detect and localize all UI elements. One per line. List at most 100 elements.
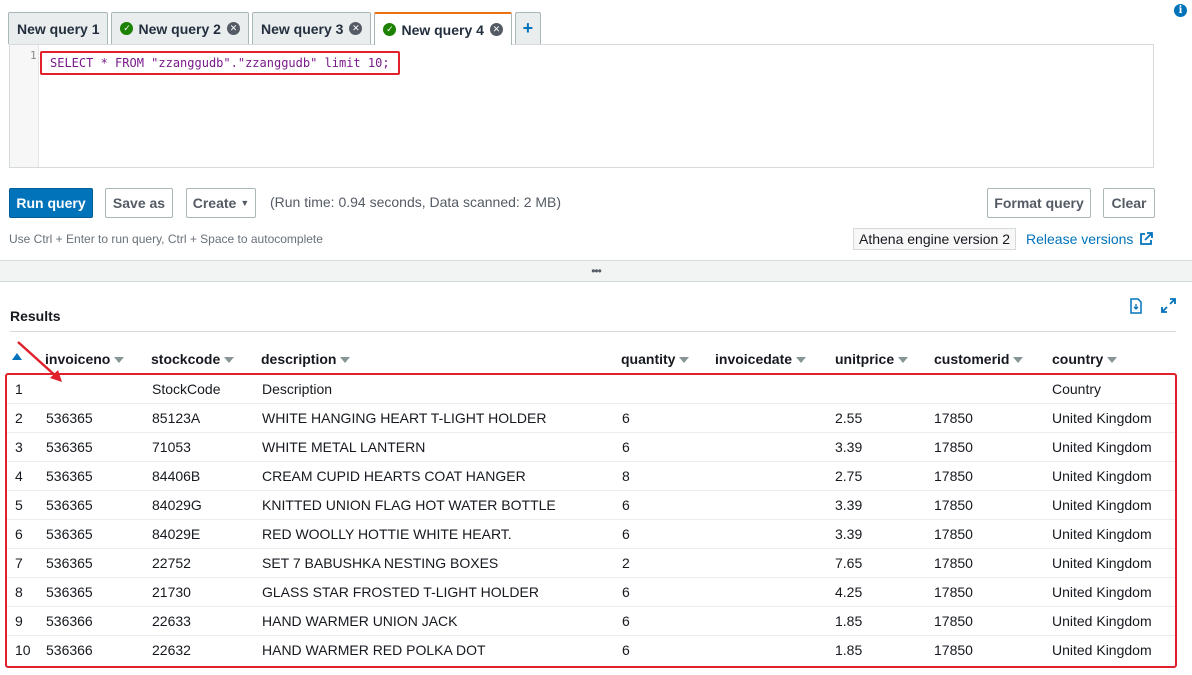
unitprice-cell: 3.39: [835, 497, 863, 513]
column-header-customerid[interactable]: customerid: [934, 351, 1024, 367]
stockcode-cell: 85123A: [152, 410, 201, 426]
table-row: 5 536365 84029G KNITTED UNION FLAG HOT WATE…: [7, 491, 1175, 520]
row-number: 9: [15, 613, 23, 629]
column-header-country[interactable]: country: [1052, 351, 1118, 367]
quantity-cell: 8: [622, 468, 630, 484]
info-icon[interactable]: i: [1174, 4, 1187, 17]
quantity-cell: 6: [622, 497, 630, 513]
sql-editor[interactable]: 1 SELECT * FROM "zzanggudb"."zzanggudb" …: [9, 44, 1154, 168]
description-cell: SET 7 BABUSHKA NESTING BOXES: [262, 555, 499, 571]
unitprice-cell: 4.25: [835, 584, 863, 600]
table-row: 8 536365 21730 GLASS STAR FROSTED T-LIGHT H…: [7, 578, 1175, 607]
plus-icon: +: [522, 18, 534, 38]
column-header-unitprice[interactable]: unitprice: [835, 351, 909, 367]
row-number: 4: [15, 468, 23, 484]
customerid-cell: 17850: [934, 642, 973, 658]
customerid-cell: 17850: [934, 468, 973, 484]
row-number: 6: [15, 526, 23, 542]
create-dropdown-button[interactable]: Create ▼: [186, 188, 256, 218]
table-row: 6 536365 84029E RED WOOLLY HOTTIE WHITE HEA…: [7, 520, 1175, 549]
tab-new-query-2[interactable]: ✓ New query 2 ✕: [111, 12, 249, 44]
sort-caret-icon: [898, 357, 909, 364]
description-cell: WHITE HANGING HEART T-LIGHT HOLDER: [262, 410, 547, 426]
annotation-arrow-icon: [17, 341, 62, 382]
country-cell: United Kingdom: [1052, 613, 1152, 629]
sql-query-text[interactable]: SELECT * FROM "zzanggudb"."zzanggudb" li…: [40, 51, 400, 75]
invoiceno-cell: 536365: [46, 526, 93, 542]
unitprice-cell: 2.75: [835, 468, 863, 484]
release-versions-label: Release versions: [1026, 231, 1134, 247]
customerid-cell: 17850: [934, 613, 973, 629]
tab-new-query-4[interactable]: ✓ New query 4 ✕: [374, 12, 512, 45]
run-query-button[interactable]: Run query: [9, 188, 93, 218]
line-number: 1: [30, 49, 37, 62]
unitprice-cell: 1.85: [835, 642, 863, 658]
invoiceno-cell: 536366: [46, 613, 93, 629]
column-header-invoicedate[interactable]: invoicedate: [715, 351, 807, 367]
column-header-description[interactable]: description: [261, 351, 351, 367]
invoiceno-cell: 536365: [46, 584, 93, 600]
tab-label: New query 3: [260, 20, 344, 37]
panel-resize-handle[interactable]: •••: [0, 260, 1192, 282]
quantity-cell: 2: [622, 555, 630, 571]
expand-icon[interactable]: [1161, 298, 1176, 313]
row-number: 7: [15, 555, 23, 571]
quantity-cell: 6: [622, 410, 630, 426]
close-tab-icon[interactable]: ✕: [226, 22, 240, 35]
row-number: 10: [15, 642, 31, 658]
external-link-icon: [1140, 232, 1154, 245]
invoiceno-cell: 536365: [46, 555, 93, 571]
customerid-cell: 17850: [934, 584, 973, 600]
customerid-cell: 17850: [934, 526, 973, 542]
engine-version-badge: Athena engine version 2: [853, 228, 1016, 250]
unitprice-cell: 1.85: [835, 613, 863, 629]
results-title: Results: [10, 308, 61, 324]
row-number: 5: [15, 497, 23, 513]
table-row: 10 536366 22632 HAND WARMER RED POLKA DOT 6 1…: [7, 636, 1175, 665]
stockcode-cell: 71053: [152, 439, 191, 455]
row-number: 8: [15, 584, 23, 600]
customerid-cell: 17850: [934, 497, 973, 513]
stockcode-cell: 84029G: [152, 497, 202, 513]
description-cell: GLASS STAR FROSTED T-LIGHT HOLDER: [262, 584, 539, 600]
customerid-cell: 17850: [934, 410, 973, 426]
clear-button[interactable]: Clear: [1103, 188, 1155, 218]
unitprice-cell: 7.65: [835, 555, 863, 571]
table-row: 4 536365 84406B CREAM CUPID HEARTS COAT HAN…: [7, 462, 1175, 491]
sort-caret-icon: [340, 357, 351, 364]
tab-new-query-3[interactable]: New query 3 ✕: [251, 12, 372, 44]
close-tab-icon[interactable]: ✕: [489, 23, 503, 36]
invoiceno-cell: 536365: [46, 497, 93, 513]
country-cell: United Kingdom: [1052, 555, 1152, 571]
keyboard-hint: Use Ctrl + Enter to run query, Ctrl + Sp…: [9, 232, 323, 246]
description-cell: RED WOOLLY HOTTIE WHITE HEART.: [262, 526, 512, 542]
close-tab-icon[interactable]: ✕: [349, 22, 363, 35]
quantity-cell: 6: [622, 439, 630, 455]
format-query-button[interactable]: Format query: [987, 188, 1091, 218]
invoiceno-cell: 536366: [46, 642, 93, 658]
description-cell: Description: [262, 381, 333, 397]
stockcode-cell: 84029E: [152, 526, 201, 542]
country-cell: United Kingdom: [1052, 410, 1152, 426]
country-cell: United Kingdom: [1052, 497, 1152, 513]
tab-new-query-1[interactable]: New query 1: [8, 12, 109, 44]
stockcode-cell: 22632: [152, 642, 191, 658]
success-check-icon: ✓: [383, 23, 397, 36]
customerid-cell: 17850: [934, 555, 973, 571]
download-file-icon[interactable]: [1129, 298, 1143, 314]
tab-label: New query 2: [138, 20, 221, 37]
unitprice-cell: 2.55: [835, 410, 863, 426]
save-as-button[interactable]: Save as: [105, 188, 173, 218]
results-table-header: invoiceno stockcode description quantity…: [0, 348, 1192, 370]
quantity-cell: 6: [622, 526, 630, 542]
add-tab-button[interactable]: +: [514, 12, 541, 44]
release-versions-link[interactable]: Release versions: [1026, 231, 1154, 247]
run-info-text: (Run time: 0.94 seconds, Data scanned: 2…: [270, 194, 562, 210]
country-cell: Country: [1052, 381, 1102, 397]
column-header-stockcode[interactable]: stockcode: [151, 351, 235, 367]
description-cell: HAND WARMER UNION JACK: [262, 613, 458, 629]
country-cell: United Kingdom: [1052, 439, 1152, 455]
tab-label: New query 4: [401, 21, 484, 38]
quantity-cell: 6: [622, 584, 630, 600]
column-header-quantity[interactable]: quantity: [621, 351, 690, 367]
